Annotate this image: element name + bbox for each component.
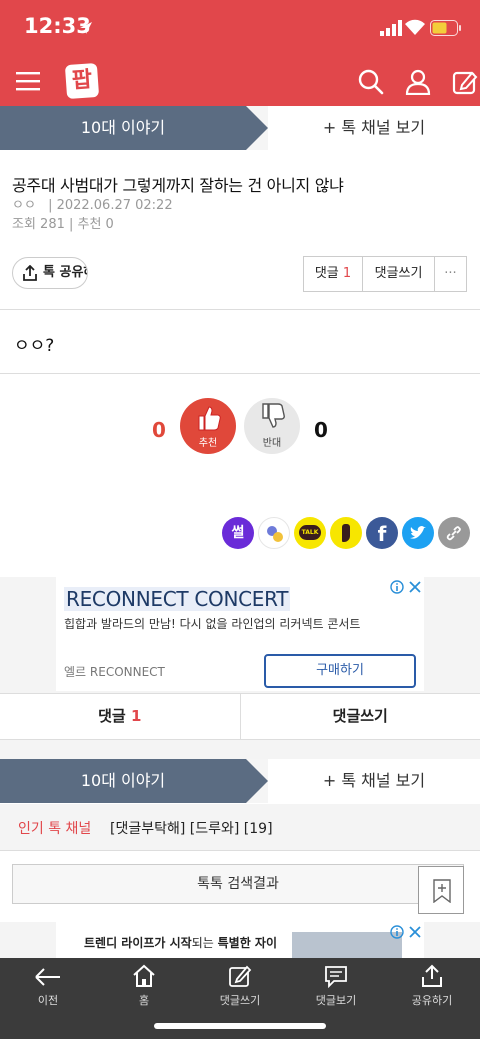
ad2-text: 트렌디 라이프가 시작되는 특별한 자이 (84, 934, 277, 951)
ad2-text-a: 트렌디 라이프가 시작 (84, 936, 192, 950)
sul-share-icon[interactable]: 썰 (222, 517, 254, 549)
section-spacer (0, 740, 480, 760)
channel-view-link[interactable]: + 톡 채널 보기 (268, 106, 480, 150)
signal-icon (380, 20, 402, 36)
kakaotalk-label: TALK (299, 525, 321, 540)
ad2-image (292, 932, 402, 958)
menu-icon[interactable] (16, 71, 40, 91)
divider (0, 373, 480, 374)
ad-info-icon[interactable] (390, 580, 404, 594)
battery-icon (430, 20, 461, 36)
post-stats: 조회 281 | 추천 0 (12, 217, 114, 232)
nav-view-label: 댓글보기 (315, 994, 357, 1007)
share-icon (23, 265, 37, 281)
tab-comments-label: 댓글 (98, 707, 126, 725)
ad-banner-2[interactable]: 트렌디 라이프가 시작되는 특별한 자이 (56, 922, 424, 958)
post-author: ㅇㅇ (12, 198, 36, 213)
page: 12:33 팝 10대 이야기 + 톡 채널 보기 공주대 사범대가 그렇게까지… (0, 0, 480, 1039)
post-title: 공주대 사범대가 그렇게까지 잘하는 건 아니지 않냐 (12, 176, 344, 195)
kakaotalk-share-icon[interactable]: TALK (294, 517, 326, 549)
comment-count: 1 (342, 266, 352, 281)
ad2-close-icon[interactable] (408, 925, 422, 939)
vote-down-label: 반대 (262, 438, 282, 449)
nav-home-label: 홈 (138, 994, 150, 1007)
popular-links[interactable]: [댓글부탁해] [드루와] [19] (110, 818, 273, 838)
ad-cta-button[interactable]: 구매하기 (264, 654, 416, 688)
pann-logo[interactable]: 팝 (64, 62, 100, 100)
tab-comments[interactable]: 댓글 1 (0, 694, 241, 739)
share-upload-icon (422, 964, 442, 987)
status-bar: 12:33 (0, 0, 480, 58)
facebook-share-icon[interactable]: f (366, 517, 398, 549)
popular-channels-bar: 인기 톡 채널 [댓글부탁해] [드루와] [19] (0, 804, 480, 850)
channel-view-link-bottom[interactable]: + 톡 채널 보기 (268, 759, 480, 803)
bookmark-button[interactable] (418, 866, 464, 914)
edit-icon (229, 965, 252, 987)
nav-view-comments[interactable]: 댓글보기 (288, 958, 384, 1018)
ad2-text-c: 특별한 자이 (217, 936, 278, 950)
link-copy-icon[interactable] (438, 517, 470, 549)
comment-count-button[interactable]: 댓글 1 (304, 257, 363, 291)
wifi-icon (405, 19, 425, 35)
location-arrow-icon (80, 22, 92, 34)
ad-title: RECONNECT CONCERT (64, 587, 291, 611)
comment-bubble-icon (325, 966, 347, 988)
comment-tabs: 댓글 1 댓글쓰기 (0, 693, 480, 740)
home-icon (133, 964, 155, 987)
ad2-info-icon[interactable] (390, 925, 404, 939)
app-header: 팝 (0, 58, 480, 106)
channel-tab-bottom[interactable]: 10대 이야기 (0, 759, 246, 803)
nav-write-label: 댓글쓰기 (219, 994, 261, 1007)
tab-comments-count: 1 (130, 707, 142, 725)
channel-tab[interactable]: 10대 이야기 (0, 106, 246, 150)
talk-share-label: 톡 공유하기 (43, 265, 87, 280)
ad-description: 힙합과 발라드의 만남! 다시 없을 라인업의 리커넥트 콘서트 (64, 617, 361, 631)
ad-close-icon[interactable] (408, 580, 422, 594)
back-arrow-icon (35, 968, 60, 986)
channel-bar: 10대 이야기 + 톡 채널 보기 (0, 106, 480, 150)
home-indicator (154, 1023, 326, 1029)
ad-sponsor: 엘르 RECONNECT (64, 665, 165, 679)
band-share-icon[interactable] (258, 517, 290, 549)
search-icon[interactable] (358, 69, 384, 95)
twitter-share-icon[interactable] (402, 517, 434, 549)
post-date: | 2022.06.27 02:22 (48, 198, 173, 213)
bird-glyph (410, 526, 426, 539)
nav-back[interactable]: 이전 (0, 958, 96, 1018)
nav-write-comment[interactable]: 댓글쓰기 (192, 958, 288, 1018)
post-author-date: ㅇㅇ | 2022.06.27 02:22 (12, 194, 173, 213)
nav-share-label: 공유하기 (411, 994, 453, 1007)
nav-share[interactable]: 공유하기 (384, 958, 480, 1018)
channel-bar-bottom: 10대 이야기 + 톡 채널 보기 (0, 759, 480, 803)
link-glyph (446, 526, 461, 541)
vote-up-count: 0 (152, 418, 166, 442)
write-icon[interactable] (452, 69, 478, 95)
vote-up-button[interactable]: 추천 (180, 398, 236, 454)
divider (0, 309, 480, 310)
kakaostory-share-icon[interactable] (330, 517, 362, 549)
talk-share-button[interactable]: 톡 공유하기 (12, 257, 88, 289)
ad2-text-b: 되는 (191, 936, 218, 950)
thumbs-down-icon (262, 403, 285, 428)
nav-home[interactable]: 홈 (96, 958, 192, 1018)
search-result-button[interactable]: 톡톡 검색결과 (12, 864, 464, 904)
user-icon[interactable] (405, 69, 431, 95)
vote-up-label: 추천 (198, 438, 218, 449)
ad-banner[interactable]: RECONNECT CONCERT 힙합과 발라드의 만남! 다시 없을 라인업… (56, 577, 424, 691)
write-comment-button[interactable]: 댓글쓰기 (363, 257, 435, 291)
post-body: ㅇㅇ? (14, 336, 55, 356)
tab-write-comment[interactable]: 댓글쓰기 (241, 694, 480, 739)
nav-back-label: 이전 (37, 994, 59, 1007)
more-button[interactable]: ··· (435, 257, 466, 291)
vote-down-count: 0 (314, 418, 328, 442)
comment-label: 댓글 (314, 266, 339, 281)
vote-down-button[interactable]: 반대 (244, 398, 300, 454)
popular-label: 인기 톡 채널 (18, 821, 92, 837)
divider (0, 850, 480, 851)
thumbs-up-icon (198, 406, 221, 431)
post-action-group: 댓글 1 댓글쓰기 ··· (303, 256, 467, 292)
bookmark-add-icon (433, 879, 451, 903)
